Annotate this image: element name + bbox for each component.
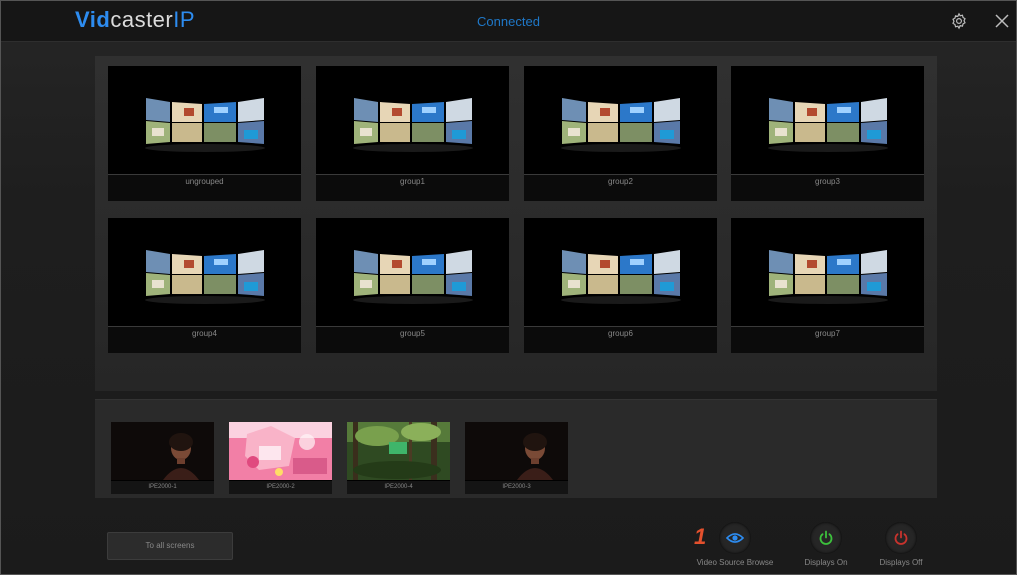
- group-label: group3: [731, 174, 924, 201]
- group-label: group1: [316, 174, 509, 201]
- source-card-ipe2000-1[interactable]: IPE2000-1: [111, 422, 214, 494]
- video-wall-thumbnail: [352, 94, 474, 152]
- group-card-group2[interactable]: group2: [524, 66, 717, 201]
- source-card-ipe2000-4[interactable]: IPE2000-4: [347, 422, 450, 494]
- power-icon: [885, 522, 917, 554]
- group-card-group1[interactable]: group1: [316, 66, 509, 201]
- group-card-group4[interactable]: group4: [108, 218, 301, 353]
- source-preview: [347, 422, 450, 480]
- source-label: IPE2000-2: [229, 481, 332, 494]
- group-label: group2: [524, 174, 717, 201]
- group-card-group3[interactable]: group3: [731, 66, 924, 201]
- video-wall-thumbnail: [560, 94, 682, 152]
- source-label: IPE2000-1: [111, 481, 214, 494]
- group-label: group7: [731, 326, 924, 353]
- displays-off-button[interactable]: Displays Off: [856, 522, 946, 567]
- group-label: group6: [524, 326, 717, 353]
- video-source-browse-label: Video Source Browse: [696, 558, 774, 567]
- to-all-screens-button[interactable]: To all screens: [107, 532, 233, 560]
- top-bar: VidcasterIP Connected: [1, 1, 1016, 42]
- group-card-group5[interactable]: group5: [316, 218, 509, 353]
- connection-status: Connected: [477, 14, 540, 29]
- source-preview: [229, 422, 332, 480]
- video-wall-thumbnail: [560, 246, 682, 304]
- video-wall-thumbnail: [352, 246, 474, 304]
- video-wall-thumbnail: [144, 246, 266, 304]
- displays-off-label: Displays Off: [879, 558, 923, 567]
- source-card-ipe2000-2[interactable]: IPE2000-2: [229, 422, 332, 494]
- group-label: group4: [108, 326, 301, 353]
- group-card-ungrouped[interactable]: ungrouped: [108, 66, 301, 201]
- group-grid: ungrouped group1 group2 group3 group4 gr…: [95, 56, 937, 391]
- source-card-ipe2000-3[interactable]: IPE2000-3: [465, 422, 568, 494]
- video-source-strip: IPE2000-1 IPE2000-2 IPE2000-4 IPE2000-3: [95, 399, 937, 498]
- video-wall-thumbnail: [767, 94, 889, 152]
- source-label: IPE2000-4: [347, 481, 450, 494]
- video-wall-thumbnail: [144, 94, 266, 152]
- group-label: ungrouped: [108, 174, 301, 201]
- video-source-browse-button[interactable]: Video Source Browse: [690, 522, 780, 567]
- source-preview: [465, 422, 568, 480]
- eye-icon: [719, 522, 751, 554]
- source-preview: [111, 422, 214, 480]
- group-label: group5: [316, 326, 509, 353]
- close-icon[interactable]: [991, 10, 1013, 32]
- gear-icon[interactable]: [948, 10, 970, 32]
- video-wall-thumbnail: [767, 246, 889, 304]
- app-window: VidcasterIP Connected ungrouped group1 g…: [0, 0, 1017, 575]
- power-icon: [810, 522, 842, 554]
- group-card-group6[interactable]: group6: [524, 218, 717, 353]
- source-label: IPE2000-3: [465, 481, 568, 494]
- group-card-group7[interactable]: group7: [731, 218, 924, 353]
